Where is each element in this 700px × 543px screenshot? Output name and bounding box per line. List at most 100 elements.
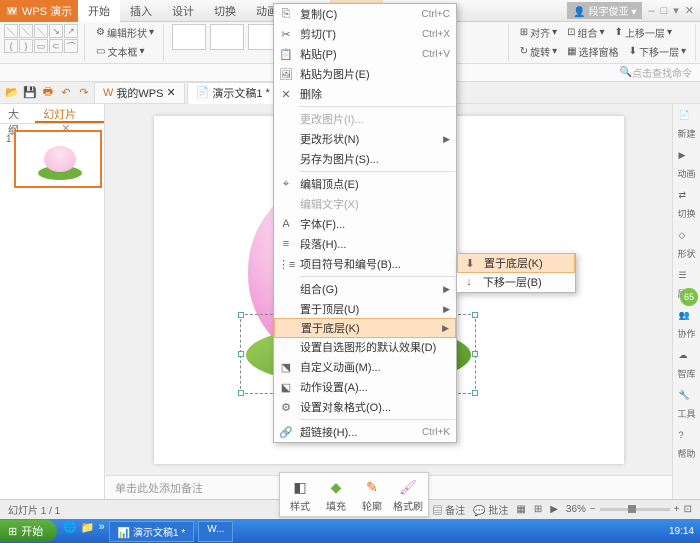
ql-icon[interactable]: 🌐: [63, 521, 77, 542]
start-button[interactable]: ⊞ 开始: [0, 520, 57, 542]
zoom-value: 36%: [566, 504, 586, 515]
textbox-button[interactable]: ▭ 文本框 ▾: [93, 43, 157, 60]
resize-handle[interactable]: [238, 312, 244, 318]
notification-badge[interactable]: 65: [680, 288, 698, 306]
mi-anim[interactable]: ⬔自定义动画(M)...: [274, 357, 456, 377]
rotate-button[interactable]: ↻ 旋转▾: [517, 43, 560, 60]
anim-icon: ⬔: [278, 361, 294, 374]
anchor-icon: ⌖: [278, 178, 294, 191]
mini-brush[interactable]: 🖌格式刷: [391, 476, 425, 513]
mi-cut[interactable]: ✂剪切(T)Ctrl+X: [274, 24, 456, 44]
outline-tab[interactable]: 大纲: [0, 104, 35, 123]
notes-toggle[interactable]: ▤ 备注: [432, 502, 465, 517]
smi-down[interactable]: ↓下移一层(B): [457, 272, 575, 292]
system-tray[interactable]: 19:14: [669, 526, 700, 537]
rside-new[interactable]: 📄新建: [677, 110, 695, 140]
close-icon[interactable]: ✕: [685, 4, 694, 17]
task-item[interactable]: W...: [198, 521, 233, 542]
rside-help[interactable]: ?帮助: [677, 430, 695, 460]
slide-thumb-1[interactable]: 1: [14, 130, 102, 188]
mi-paste[interactable]: 📋粘贴(P)Ctrl+V: [274, 44, 456, 64]
panel-tabs: 大纲 幻灯片✕: [0, 104, 104, 124]
mi-changeshape[interactable]: 更改形状(N)▶: [274, 129, 456, 149]
picture-icon: 🖼: [278, 68, 294, 81]
min-icon[interactable]: –: [648, 5, 654, 17]
undo-icon[interactable]: ↶: [58, 85, 74, 101]
mi-action[interactable]: ⬕动作设置(A)...: [274, 377, 456, 397]
view-normal-icon[interactable]: ▦: [516, 504, 525, 515]
view-sorter-icon[interactable]: ⊞: [534, 504, 542, 515]
mi-bullets[interactable]: ⋮≡项目符号和编号(B)...: [274, 254, 456, 274]
selpane-button[interactable]: ▦ 选择窗格: [564, 43, 621, 60]
zoom-control[interactable]: 36% − + ⊡: [566, 504, 692, 515]
mi-para[interactable]: ≡段落(H)...: [274, 234, 456, 254]
mi-format[interactable]: ⚙设置对象格式(O)...: [274, 397, 456, 417]
opts-icon[interactable]: ▾: [673, 4, 679, 17]
mi-pasteimg[interactable]: 🖼粘贴为图片(E): [274, 64, 456, 84]
taskbar: ⊞ 开始 🌐 📁 » 📊 演示文稿1 * W... 19:14: [0, 519, 700, 543]
max-icon[interactable]: □: [661, 5, 668, 17]
arrow-right-icon: ▶: [443, 284, 450, 295]
edit-shape-button[interactable]: ⚙ 编辑形状 ▾: [93, 24, 157, 41]
tab-design[interactable]: 设计: [162, 0, 204, 22]
up-button[interactable]: ⬆ 上移一层▾: [612, 24, 675, 41]
tab-trans[interactable]: 切换: [204, 0, 246, 22]
mi-saveas[interactable]: 另存为图片(S)...: [274, 149, 456, 169]
zoom-slider[interactable]: [600, 508, 670, 511]
mini-fill[interactable]: ◆填充: [319, 476, 353, 513]
style-preset[interactable]: [172, 24, 206, 50]
comments-toggle[interactable]: 💬 批注: [473, 502, 508, 517]
mi-group[interactable]: 组合(G)▶: [274, 279, 456, 299]
task-item[interactable]: 📊 演示文稿1 *: [109, 521, 194, 542]
ribbon-arrange: ⊞ 对齐▾ ⊡ 组合▾ ⬆ 上移一层▾ ↻ 旋转▾ ▦ 选择窗格 ⬇ 下移一层▾: [517, 24, 696, 61]
rside-trans[interactable]: ⇄切换: [677, 190, 695, 220]
resize-handle[interactable]: [238, 351, 244, 357]
rside-collab[interactable]: 👥协作: [677, 310, 695, 340]
zoom-in-icon[interactable]: +: [674, 504, 680, 515]
user-badge[interactable]: 👤 段宇俊亚 ▾: [567, 2, 642, 19]
rside-tool[interactable]: 🔧工具: [677, 390, 695, 420]
ql-icon[interactable]: »: [99, 521, 105, 542]
mi-editpts[interactable]: ⌖编辑顶点(E): [274, 174, 456, 194]
redo-icon[interactable]: ↷: [76, 85, 92, 101]
zoom-fit-icon[interactable]: ⊡: [684, 504, 692, 515]
rside-shape[interactable]: ◇形状: [677, 230, 695, 260]
save-icon[interactable]: 💾: [22, 85, 38, 101]
tab-home[interactable]: 开始: [78, 0, 120, 22]
cut-icon: ✂: [278, 28, 294, 41]
separator: [299, 106, 455, 107]
separator: [299, 171, 455, 172]
mi-copy[interactable]: ⎘复制(C)Ctrl+C: [274, 4, 456, 24]
ql-icon[interactable]: 📁: [81, 521, 95, 542]
mi-defaults[interactable]: 设置自选图形的默认效果(D): [274, 337, 456, 357]
mi-delete[interactable]: ✕删除: [274, 84, 456, 104]
smi-bottom[interactable]: ⬇置于底层(K): [457, 253, 575, 273]
view-show-icon[interactable]: ▶: [550, 504, 558, 515]
align-button[interactable]: ⊞ 对齐▾: [517, 24, 560, 41]
mi-bottom[interactable]: 置于底层(K)▶: [274, 318, 456, 338]
resize-handle[interactable]: [472, 312, 478, 318]
mini-outline[interactable]: ✎轮廓: [355, 476, 389, 513]
mi-font[interactable]: A字体(F)...: [274, 214, 456, 234]
rside-lib[interactable]: ☁智库: [677, 350, 695, 380]
arrow-right-icon: ▶: [443, 134, 450, 145]
open-icon[interactable]: 📂: [4, 85, 20, 101]
slide-counter: 幻灯片 1 / 1: [8, 502, 60, 517]
resize-handle[interactable]: [238, 390, 244, 396]
resize-handle[interactable]: [472, 351, 478, 357]
mi-top[interactable]: 置于顶层(U)▶: [274, 299, 456, 319]
tab-insert[interactable]: 插入: [120, 0, 162, 22]
print-icon[interactable]: 🖶: [40, 85, 56, 101]
doc-tab-mywps[interactable]: W我的WPS ✕: [94, 82, 185, 104]
shape-gallery[interactable]: ＼＼＼↘↗ {}▭⊂⌒: [4, 24, 78, 53]
down-button[interactable]: ⬇ 下移一层▾: [626, 43, 689, 60]
zoom-out-icon[interactable]: −: [590, 504, 596, 515]
mi-link[interactable]: 🔗超链接(H)...Ctrl+K: [274, 422, 456, 442]
separator: [299, 276, 455, 277]
group-button[interactable]: ⊡ 组合▾: [564, 24, 607, 41]
resize-handle[interactable]: [472, 390, 478, 396]
rside-anim[interactable]: ▶动画: [677, 150, 695, 180]
slides-tab[interactable]: 幻灯片✕: [35, 104, 104, 123]
mini-style[interactable]: ◧样式: [283, 476, 317, 513]
style-preset[interactable]: [210, 24, 244, 50]
